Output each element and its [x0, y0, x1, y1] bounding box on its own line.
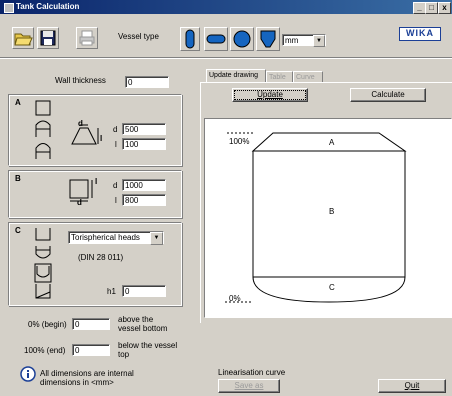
chevron-down-icon[interactable]: ▼	[150, 232, 163, 245]
section-a-d-label: d	[113, 125, 118, 134]
section-b-dim-d: d	[77, 198, 82, 207]
save-as-button-label: Save as	[234, 381, 264, 390]
printer-icon	[79, 30, 95, 46]
section-a-d-input[interactable]: 500	[122, 123, 166, 135]
close-button[interactable]: x	[438, 2, 451, 14]
section-b-l-input[interactable]: 800	[122, 194, 166, 206]
toolbar-divider	[0, 57, 452, 59]
end-input[interactable]: 0	[72, 344, 110, 356]
section-b-label: B	[15, 174, 21, 183]
conical-tank-button[interactable]	[256, 27, 280, 51]
cylinder-dimension-icon	[69, 179, 93, 202]
maximize-button[interactable]: □	[425, 2, 438, 14]
update-button-label: Update	[257, 90, 283, 99]
vessel-type-label: Vessel type	[118, 32, 159, 41]
floppy-icon	[40, 30, 56, 46]
vertical-cylinder-icon	[185, 29, 195, 49]
calculate-button[interactable]: Calculate	[350, 88, 426, 102]
save-as-button[interactable]: Save as	[218, 379, 280, 393]
drawing-canvas: 100% 0% A B C	[204, 118, 452, 318]
vertical-cylinder-button[interactable]	[180, 27, 200, 51]
drawing-section-b: B	[329, 207, 335, 216]
unit-select[interactable]: mm ▼	[282, 34, 326, 47]
section-a-dim-d: d	[78, 119, 83, 128]
wall-thickness-label: Wall thickness	[55, 76, 106, 85]
section-b-d-label: d	[113, 181, 118, 190]
app-icon	[4, 3, 14, 13]
open-folder-button[interactable]	[12, 27, 34, 49]
section-b-d-input[interactable]: 1000	[122, 179, 166, 191]
begin-input[interactable]: 0	[72, 318, 110, 330]
tank-drawing	[225, 132, 407, 303]
section-a-label: A	[15, 98, 21, 107]
info-text: All dimensions are internal dimensions i…	[40, 369, 134, 387]
cone-dimension-icon	[71, 124, 99, 145]
section-a-l-label: l	[115, 140, 117, 149]
section-c-label: C	[15, 226, 21, 235]
drawing-section-a: A	[329, 138, 335, 147]
title-bar: Tank Calculation _ □ x	[0, 0, 452, 14]
window-title: Tank Calculation	[16, 2, 80, 11]
head-type-value: Torispherical heads	[71, 233, 140, 242]
section-a-dim-l: l	[100, 134, 103, 143]
save-button[interactable]	[37, 27, 59, 49]
section-b-dim-l: l	[95, 177, 98, 186]
quit-button-label: Quit	[404, 381, 420, 390]
drawing-section-c: C	[329, 283, 335, 292]
conical-tank-icon	[260, 30, 276, 48]
h1-label: h1	[107, 287, 116, 296]
begin-desc: above the vessel bottom	[118, 315, 168, 333]
tab-update-drawing[interactable]: Update drawing	[206, 69, 266, 83]
linearisation-label: Linearisation curve	[218, 368, 286, 377]
update-button[interactable]: Update	[232, 88, 308, 102]
unit-value: mm	[285, 36, 299, 45]
wall-thickness-input[interactable]: 0	[125, 76, 169, 88]
head-type-select[interactable]: Torispherical heads ▼	[68, 231, 164, 245]
horizontal-cylinder-button[interactable]	[204, 27, 228, 51]
drawing-top-label: 100%	[229, 137, 250, 146]
begin-label: 0% (begin)	[28, 320, 67, 329]
end-label: 100% (end)	[24, 346, 66, 355]
din-standard-label: (DIN 28 011)	[78, 253, 124, 262]
wika-logo: WIKA	[399, 27, 441, 41]
section-b-l-label: l	[115, 196, 117, 205]
quit-button[interactable]: Quit	[378, 379, 446, 393]
print-button[interactable]	[76, 27, 98, 49]
horizontal-cylinder-icon	[206, 34, 226, 44]
section-a-l-input[interactable]: 100	[122, 138, 166, 150]
folder-icon	[14, 33, 33, 46]
bottom-shape-icons	[34, 228, 52, 299]
drawing-bottom-label: 0%	[229, 294, 241, 303]
end-desc: below the vessel top	[118, 341, 178, 359]
sphere-button[interactable]	[230, 27, 254, 51]
h1-input[interactable]: 0	[122, 285, 166, 297]
sphere-icon	[233, 30, 251, 48]
chevron-down-icon[interactable]: ▼	[313, 35, 325, 47]
calculate-button-label: Calculate	[371, 90, 405, 99]
head-shape-icons	[35, 100, 51, 159]
info-icon	[20, 366, 36, 382]
